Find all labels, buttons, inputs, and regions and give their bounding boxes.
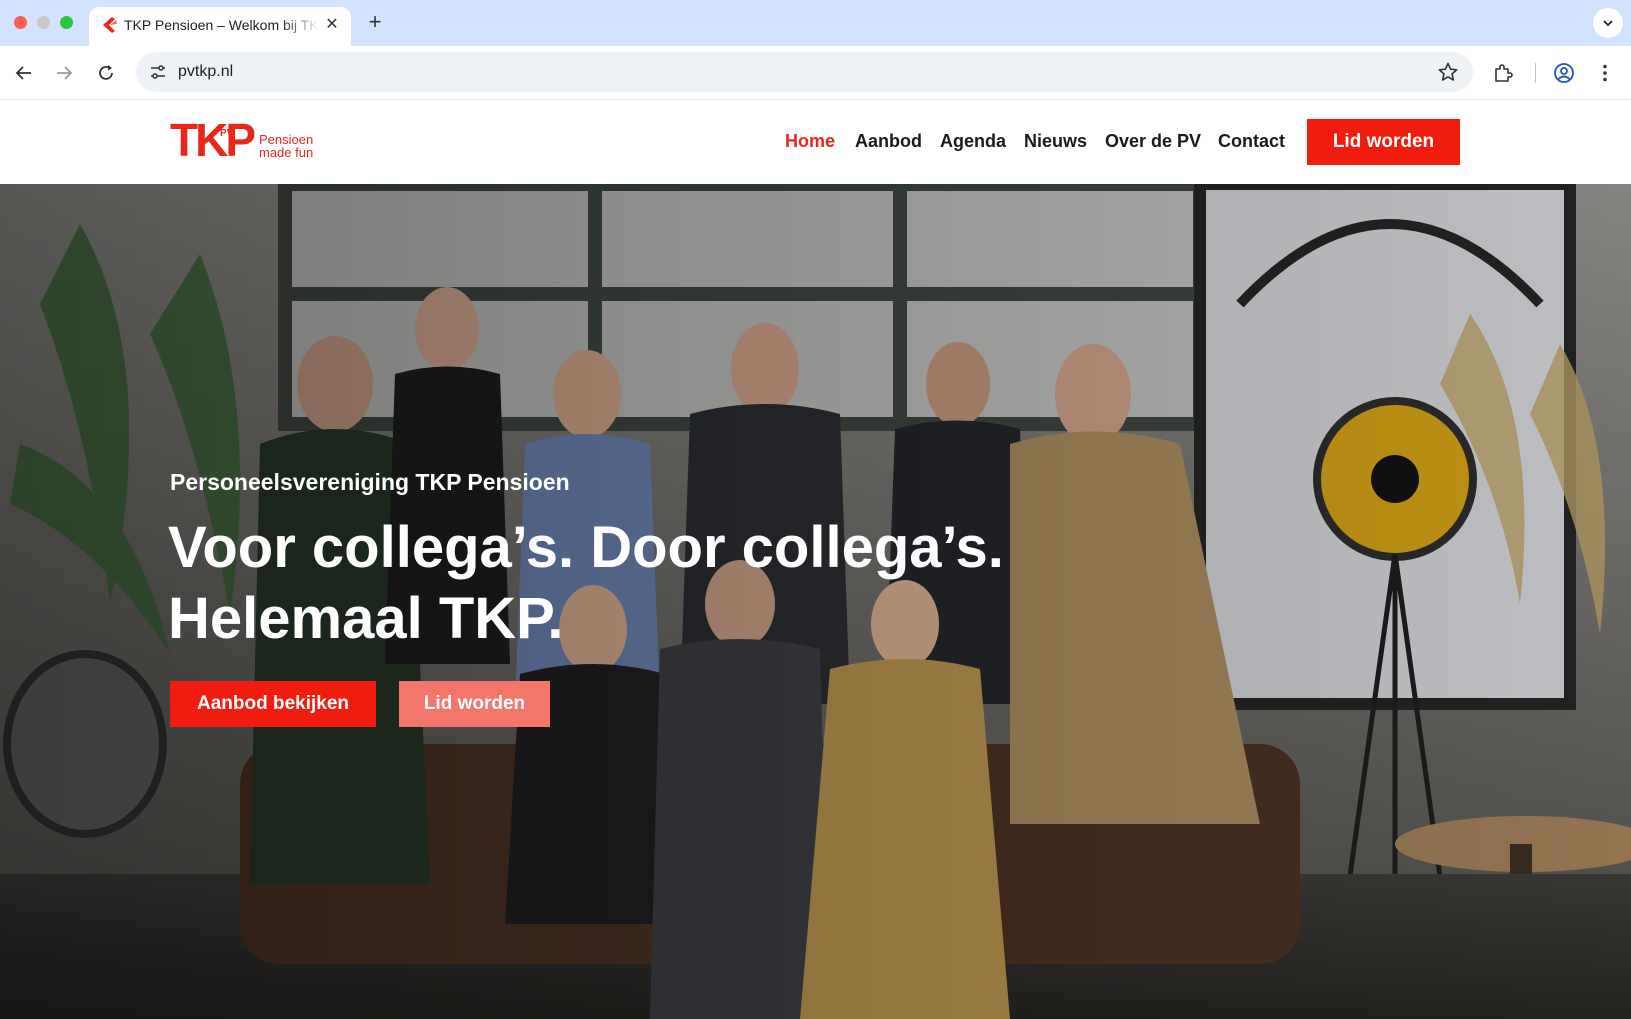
tkp-logo[interactable]: TKP PV Pensioen made fun — [170, 118, 320, 162]
address-bar[interactable]: pvtkp.nl — [136, 52, 1473, 92]
browser-tab-active[interactable]: TKP Pensioen – Welkom bij TKP Pensioen ✕ — [89, 7, 351, 46]
profile-button[interactable] — [1550, 59, 1578, 87]
logo-tagline: Pensioen made fun — [259, 133, 313, 159]
reload-icon — [99, 65, 113, 80]
site-header: TKP PV Pensioen made fun Home Aanbod Age… — [0, 100, 1631, 184]
nav-over-de-pv[interactable]: Over de PV — [1105, 131, 1201, 152]
site-info-button[interactable] — [144, 58, 172, 86]
close-icon[interactable]: ✕ — [323, 16, 341, 34]
profile-icon — [1554, 63, 1574, 83]
browser-tabstrip: TKP Pensioen – Welkom bij TKP Pensioen ✕… — [0, 0, 1631, 46]
nav-agenda[interactable]: Agenda — [940, 131, 1006, 152]
hero-section: Personeelsvereniging TKP Pensioen Voor c… — [0, 184, 1631, 1019]
svg-text:TKP: TKP — [170, 118, 255, 162]
kebab-menu-icon — [1603, 64, 1607, 82]
puzzle-icon — [1495, 64, 1513, 82]
nav-nieuws[interactable]: Nieuws — [1024, 131, 1087, 152]
aanbod-bekijken-button[interactable]: Aanbod bekijken — [170, 681, 376, 727]
plus-icon[interactable]: + — [362, 9, 388, 35]
tkp-favicon-icon — [101, 16, 119, 34]
svg-text:PV: PV — [220, 128, 234, 139]
chevron-down-icon — [1603, 20, 1613, 27]
arrow-right-icon — [57, 66, 73, 80]
browser-menu-button[interactable] — [1591, 59, 1619, 87]
nav-aanbod[interactable]: Aanbod — [855, 131, 922, 152]
maximize-window-button[interactable] — [60, 16, 73, 29]
hero-title-line-1: Voor collega’s. Door collega’s. — [168, 515, 1004, 580]
minimize-window-button[interactable] — [37, 16, 50, 29]
lid-worden-hero-button[interactable]: Lid worden — [399, 681, 550, 727]
forward-button[interactable] — [50, 59, 78, 87]
bookmark-star-button[interactable] — [1437, 61, 1459, 83]
tab-title: TKP Pensioen – Welkom bij TKP Pensioen — [124, 17, 320, 33]
hero-title-line-2: Helemaal TKP. — [168, 586, 564, 651]
lid-worden-header-button[interactable]: Lid worden — [1307, 119, 1460, 165]
tune-icon — [151, 65, 165, 79]
browser-toolbar: pvtkp.nl — [0, 46, 1631, 100]
hero-title: Voor collega’s. Door collega’s. Helemaal… — [168, 512, 1068, 654]
close-window-button[interactable] — [14, 16, 27, 29]
url-text[interactable]: pvtkp.nl — [178, 63, 233, 81]
toolbar-divider — [1535, 63, 1536, 83]
extensions-button[interactable] — [1489, 59, 1517, 87]
nav-contact[interactable]: Contact — [1218, 131, 1285, 152]
star-icon — [1438, 62, 1458, 81]
tab-search-button[interactable] — [1593, 8, 1623, 38]
arrow-left-icon — [15, 66, 31, 80]
reload-button[interactable] — [92, 59, 120, 87]
nav-home[interactable]: Home — [785, 131, 835, 152]
tkp-logo-mark: TKP PV — [170, 118, 258, 162]
back-button[interactable] — [10, 59, 38, 87]
hero-eyebrow: Personeelsvereniging TKP Pensioen — [170, 469, 570, 495]
tagline-line-2: made fun — [259, 145, 314, 160]
